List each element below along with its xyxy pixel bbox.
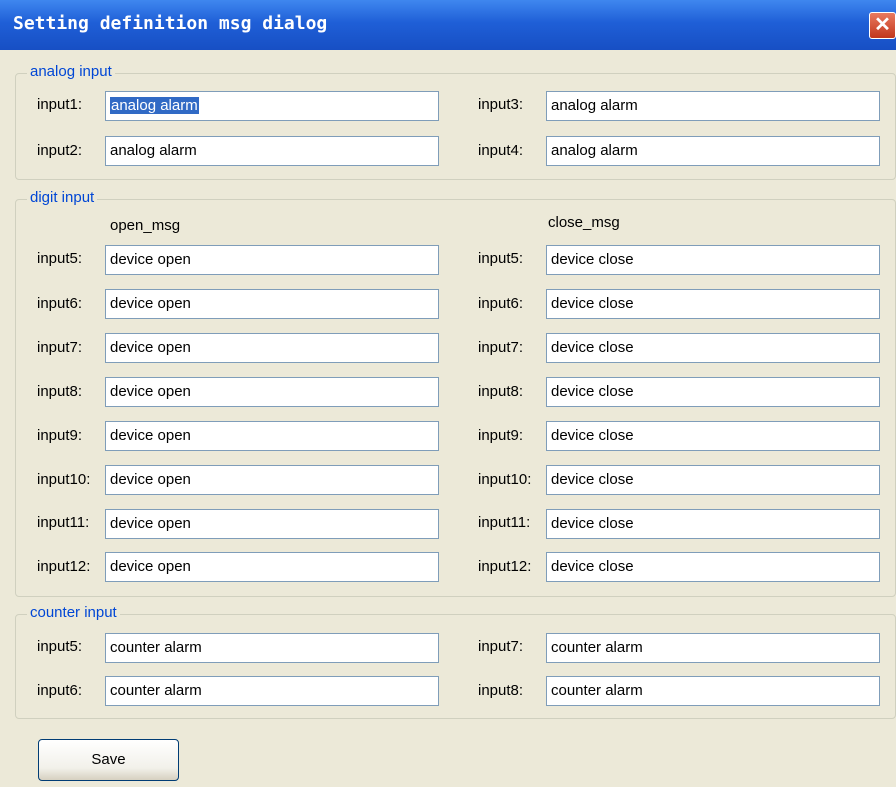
counter-input6-label: input6: [37,682,83,699]
analog-input3-field[interactable]: analog alarm [546,91,880,121]
counter-input8-label: input8: [478,682,524,699]
open-input8-label: input8: [37,383,83,400]
close-input7-label: input7: [478,339,524,356]
window-title: Setting definition msg dialog [13,13,328,34]
close-input8-label: input8: [478,383,524,400]
close-input11-label: input11: [478,514,531,531]
counter-input5-field[interactable]: counter alarm [105,633,439,663]
open-input8-field[interactable]: device open [105,377,439,407]
open-input7-field[interactable]: device open [105,333,439,363]
counter-input8-field[interactable]: counter alarm [546,676,880,706]
analog-input1-label: input1: [37,96,83,113]
counter-input5-value: counter alarm [110,639,202,656]
analog-input4-label: input4: [478,142,524,159]
title-bar: Setting definition msg dialog ✕ [0,0,896,50]
open-input11-value: device open [110,515,191,532]
analog-input3-label: input3: [478,96,524,113]
counter-input5-label: input5: [37,638,83,655]
open-input11-field[interactable]: device open [105,509,439,539]
analog-input2-value: analog alarm [110,142,197,159]
close-input5-value: device close [551,251,634,268]
counter-input7-label: input7: [478,638,524,655]
analog-input2-label: input2: [37,142,83,159]
open-input8-value: device open [110,383,191,400]
close-input5-label: input5: [478,250,524,267]
open-input12-value: device open [110,558,191,575]
open-input7-value: device open [110,339,191,356]
open-input6-value: device open [110,295,191,312]
close-msg-header: close_msg [548,214,620,231]
save-button[interactable]: Save [38,739,179,781]
close-button[interactable]: ✕ [869,12,896,39]
close-input7-field[interactable]: device close [546,333,880,363]
analog-input1-value: analog alarm [110,97,199,114]
open-input10-value: device open [110,471,191,488]
digit-input-legend: digit input [27,189,98,206]
close-input9-label: input9: [478,427,524,444]
counter-input8-value: counter alarm [551,682,643,699]
close-input12-field[interactable]: device close [546,552,880,582]
open-input10-label: input10: [37,471,91,488]
open-input6-field[interactable]: device open [105,289,439,319]
analog-input4-value: analog alarm [551,142,638,159]
close-input12-value: device close [551,558,634,575]
open-msg-header: open_msg [110,217,181,234]
close-input10-field[interactable]: device close [546,465,880,495]
open-input5-value: device open [110,251,191,268]
open-input5-field[interactable]: device open [105,245,439,275]
counter-input7-value: counter alarm [551,639,643,656]
close-input6-value: device close [551,295,634,312]
open-input12-field[interactable]: device open [105,552,439,582]
close-input8-field[interactable]: device close [546,377,880,407]
close-input9-field[interactable]: device close [546,421,880,451]
open-input9-value: device open [110,427,191,444]
close-input7-value: device close [551,339,634,356]
open-input9-field[interactable]: device open [105,421,439,451]
open-input5-label: input5: [37,250,83,267]
analog-input1-field[interactable]: analog alarm [105,91,439,121]
close-input12-label: input12: [478,558,532,575]
counter-input6-field[interactable]: counter alarm [105,676,439,706]
close-input10-value: device close [551,471,634,488]
close-input5-field[interactable]: device close [546,245,880,275]
close-input11-value: device close [551,515,634,532]
open-input10-field[interactable]: device open [105,465,439,495]
close-input10-label: input10: [478,471,532,488]
open-input6-label: input6: [37,295,83,312]
close-input9-value: device close [551,427,634,444]
open-input9-label: input9: [37,427,83,444]
open-input12-label: input12: [37,558,91,575]
open-input11-label: input11: [37,514,90,531]
open-input7-label: input7: [37,339,83,356]
close-x-icon: ✕ [874,14,891,36]
analog-input2-field[interactable]: analog alarm [105,136,439,166]
close-input6-label: input6: [478,295,524,312]
analog-input4-field[interactable]: analog alarm [546,136,880,166]
analog-input3-value: analog alarm [551,97,638,114]
close-input8-value: device close [551,383,634,400]
counter-input-legend: counter input [27,604,120,621]
close-input6-field[interactable]: device close [546,289,880,319]
counter-input6-value: counter alarm [110,682,202,699]
analog-input-legend: analog input [27,63,115,80]
counter-input7-field[interactable]: counter alarm [546,633,880,663]
close-input11-field[interactable]: device close [546,509,880,539]
